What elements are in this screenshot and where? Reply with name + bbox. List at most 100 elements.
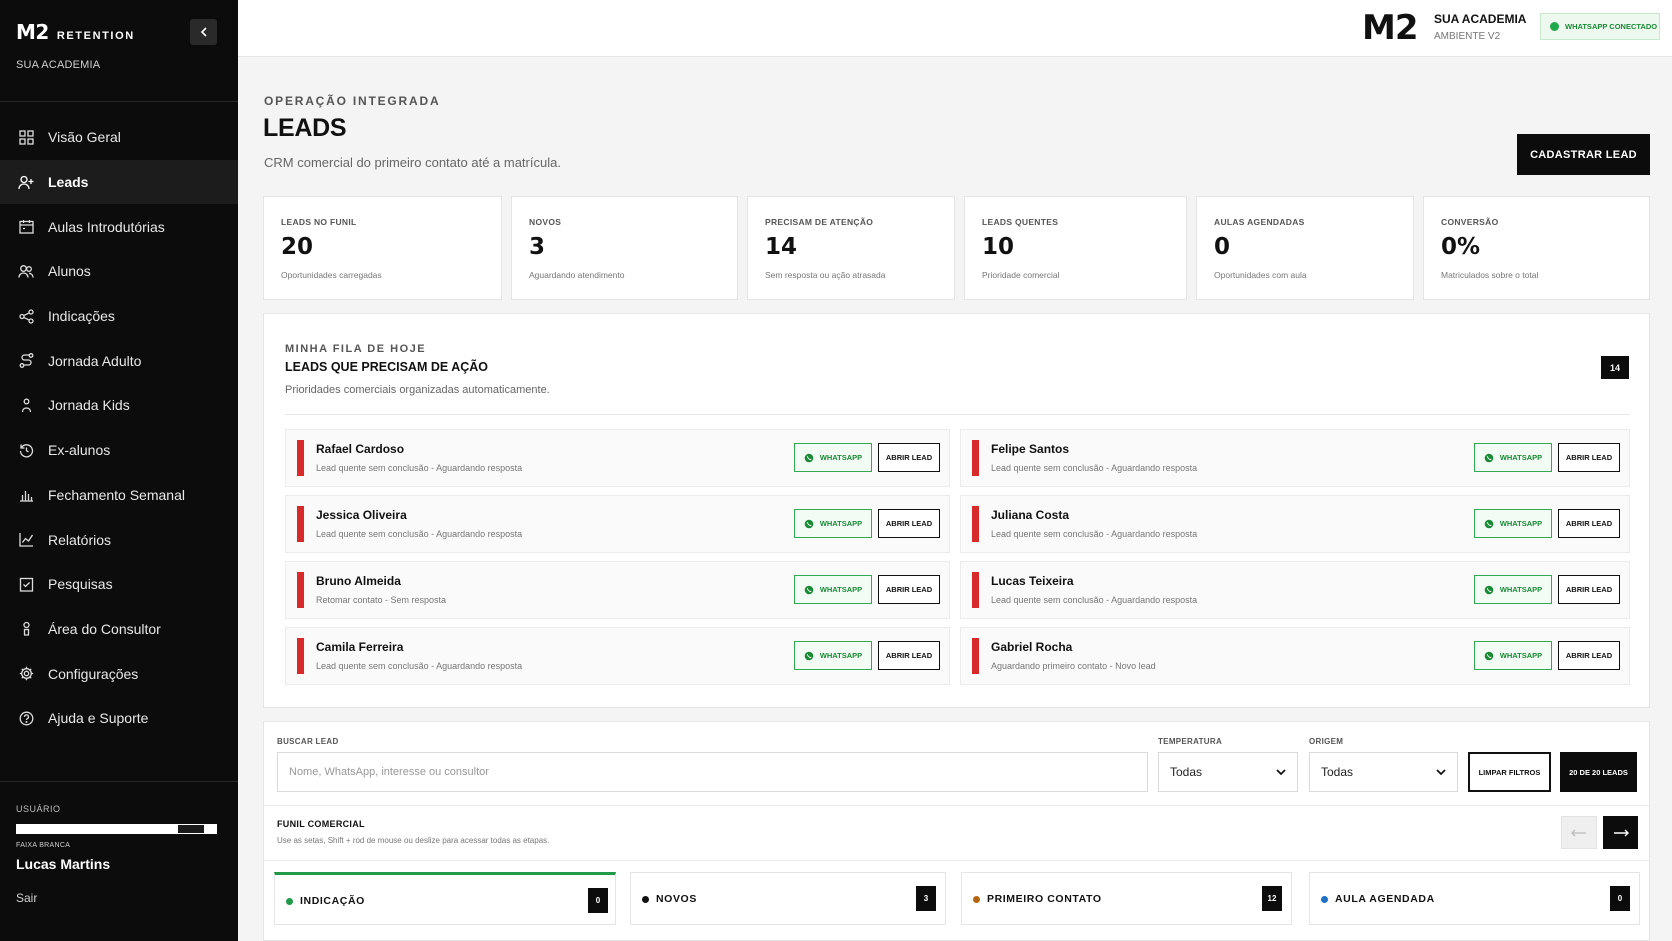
chevron-down-icon	[1436, 768, 1446, 775]
brand-word: RETENTION	[56, 30, 135, 42]
whatsapp-button[interactable]: WHATSAPP	[794, 509, 872, 538]
stat-label: LEADS NO FUNIL	[281, 217, 357, 227]
funnel-stage-indicacao[interactable]: INDICAÇÃO 0	[274, 872, 616, 925]
sidebar-item-pesquisas[interactable]: Pesquisas	[0, 562, 238, 607]
sidebar-item-ajuda-e-suporte[interactable]: Ajuda e Suporte	[0, 696, 238, 741]
stage-name: NOVOS	[656, 893, 697, 905]
lead-name: Camila Ferreira	[316, 640, 404, 654]
lead-name: Bruno Almeida	[316, 574, 401, 588]
divider	[285, 414, 1630, 415]
whatsapp-button-label: WHATSAPP	[1499, 453, 1543, 462]
lead-card: Felipe Santos Lead quente sem conclusão …	[960, 429, 1630, 487]
sidebar-item-label: Jornada Adulto	[48, 352, 142, 369]
chevron-down-icon	[1276, 768, 1286, 775]
sidebar-item-jornada-kids[interactable]: Jornada Kids	[0, 383, 238, 428]
sidebar-item-configuracoes[interactable]: Configurações	[0, 651, 238, 696]
funnel-title: FUNIL COMERCIAL	[277, 819, 365, 829]
lead-status: Retomar contato - Sem resposta	[316, 595, 447, 605]
brand-mark: M2	[16, 20, 49, 44]
whatsapp-button-label: WHATSAPP	[819, 651, 863, 660]
funnel-stage-novos[interactable]: NOVOS 3	[630, 872, 946, 925]
sidebar-item-ex-alunos[interactable]: Ex-alunos	[0, 428, 238, 473]
stat-value: 10	[982, 234, 1015, 260]
arrow-left-icon	[1571, 829, 1586, 836]
whatsapp-button[interactable]: WHATSAPP	[794, 443, 872, 472]
whatsapp-icon	[804, 585, 814, 594]
origin-select[interactable]: Todas	[1309, 752, 1458, 792]
belt-indicator	[16, 824, 217, 834]
open-lead-button[interactable]: ABRIR LEAD	[878, 443, 940, 472]
whatsapp-button[interactable]: WHATSAPP	[794, 575, 872, 604]
sidebar-item-jornada-adulto[interactable]: Jornada Adulto	[0, 338, 238, 383]
funnel-stage-aula-agendada[interactable]: AULA AGENDADA 0	[1309, 872, 1640, 925]
lead-status: Lead quente sem conclusão - Aguardando r…	[991, 529, 1198, 539]
temperature-label: TEMPERATURA	[1158, 737, 1223, 746]
sidebar: M2 RETENTION SUA ACADEMIA Visão Geral Le…	[0, 0, 238, 941]
stage-dot-icon	[1321, 896, 1328, 903]
stat-value: 3	[529, 234, 546, 260]
sidebar-item-label: Área do Consultor	[48, 620, 161, 637]
sidebar-item-aulas-introdutorias[interactable]: Aulas Introdutórias	[0, 204, 238, 249]
whatsapp-button[interactable]: WHATSAPP	[1474, 641, 1552, 670]
calendar-icon	[18, 219, 34, 235]
open-lead-button[interactable]: ABRIR LEAD	[1558, 575, 1620, 604]
sidebar-item-leads[interactable]: Leads	[0, 159, 238, 205]
stat-label: PRECISAM DE ATENÇÃO	[765, 217, 874, 227]
whatsapp-button-label: WHATSAPP	[819, 585, 863, 594]
lead-status: Lead quente sem conclusão - Aguardando r…	[991, 463, 1198, 473]
whatsapp-status-badge: WHATSAPP CONECTADO	[1540, 13, 1660, 40]
whatsapp-button[interactable]: WHATSAPP	[794, 641, 872, 670]
sidebar-item-label: Visão Geral	[48, 129, 121, 146]
whatsapp-icon	[1484, 585, 1494, 594]
sidebar-item-relatorios[interactable]: Relatórios	[0, 517, 238, 562]
sidebar-item-area-do-consultor[interactable]: Área do Consultor	[0, 607, 238, 652]
sidebar-item-fechamento-semanal[interactable]: Fechamento Semanal	[0, 473, 238, 518]
priority-indicator	[972, 638, 979, 674]
open-lead-button[interactable]: ABRIR LEAD	[1558, 641, 1620, 670]
sidebar-item-label: Ajuda e Suporte	[48, 710, 149, 727]
scroll-left-button[interactable]	[1561, 816, 1597, 849]
stat-label: AULAS AGENDADAS	[1214, 217, 1305, 227]
scroll-right-button[interactable]	[1603, 816, 1638, 849]
lead-name: Gabriel Rocha	[991, 640, 1073, 654]
temperature-select[interactable]: Todas	[1158, 752, 1298, 792]
filters-panel: BUSCAR LEAD Nome, WhatsApp, interesse ou…	[263, 721, 1650, 941]
clear-filters-button[interactable]: LIMPAR FILTROS	[1468, 752, 1551, 792]
stat-label: LEADS QUENTES	[982, 217, 1059, 227]
add-lead-button[interactable]: CADASTRAR LEAD	[1517, 134, 1650, 175]
lead-status: Lead quente sem conclusão - Aguardando r…	[316, 529, 523, 539]
search-input[interactable]: Nome, WhatsApp, interesse ou consultor	[277, 752, 1148, 792]
status-dot-icon	[1550, 22, 1559, 31]
stat-subtitle: Matriculados sobre o total	[1441, 270, 1539, 280]
lead-card: Camila Ferreira Lead quente sem conclusã…	[285, 627, 950, 685]
queue-count-badge: 14	[1601, 356, 1629, 379]
sidebar-item-label: Aulas Introdutórias	[48, 218, 165, 235]
academy-name: SUA ACADEMIA	[16, 59, 101, 71]
whatsapp-button[interactable]: WHATSAPP	[1474, 443, 1552, 472]
open-lead-button[interactable]: ABRIR LEAD	[878, 509, 940, 538]
stat-card: LEADS NO FUNIL 20 Oportunidades carregad…	[263, 196, 502, 300]
logout-link[interactable]: Sair	[16, 891, 37, 905]
whatsapp-status-label: WHATSAPP CONECTADO	[1565, 22, 1658, 31]
whatsapp-button[interactable]: WHATSAPP	[1474, 509, 1552, 538]
collapse-sidebar-button[interactable]	[190, 19, 217, 45]
stat-subtitle: Prioridade comercial	[982, 270, 1060, 280]
whatsapp-button[interactable]: WHATSAPP	[1474, 575, 1552, 604]
topbar-logo: M2	[1362, 8, 1418, 48]
whatsapp-icon	[1484, 453, 1494, 462]
lead-card: Jessica Oliveira Lead quente sem conclus…	[285, 495, 950, 553]
sidebar-item-label: Indicações	[48, 308, 115, 325]
open-lead-button[interactable]: ABRIR LEAD	[878, 641, 940, 670]
divider	[264, 805, 1649, 806]
open-lead-button[interactable]: ABRIR LEAD	[878, 575, 940, 604]
open-lead-button[interactable]: ABRIR LEAD	[1558, 509, 1620, 538]
funnel-stage-primeiro-contato[interactable]: PRIMEIRO CONTATO 12	[961, 872, 1292, 925]
stage-count-badge: 0	[1610, 886, 1630, 911]
sidebar-item-indicacoes[interactable]: Indicações	[0, 294, 238, 339]
open-lead-button[interactable]: ABRIR LEAD	[1558, 443, 1620, 472]
queue-title: LEADS QUE PRECISAM DE AÇÃO	[285, 360, 489, 374]
lead-name: Felipe Santos	[991, 442, 1070, 456]
sidebar-item-visao-geral[interactable]: Visão Geral	[0, 115, 238, 160]
child-icon	[18, 397, 34, 413]
sidebar-item-alunos[interactable]: Alunos	[0, 249, 238, 294]
